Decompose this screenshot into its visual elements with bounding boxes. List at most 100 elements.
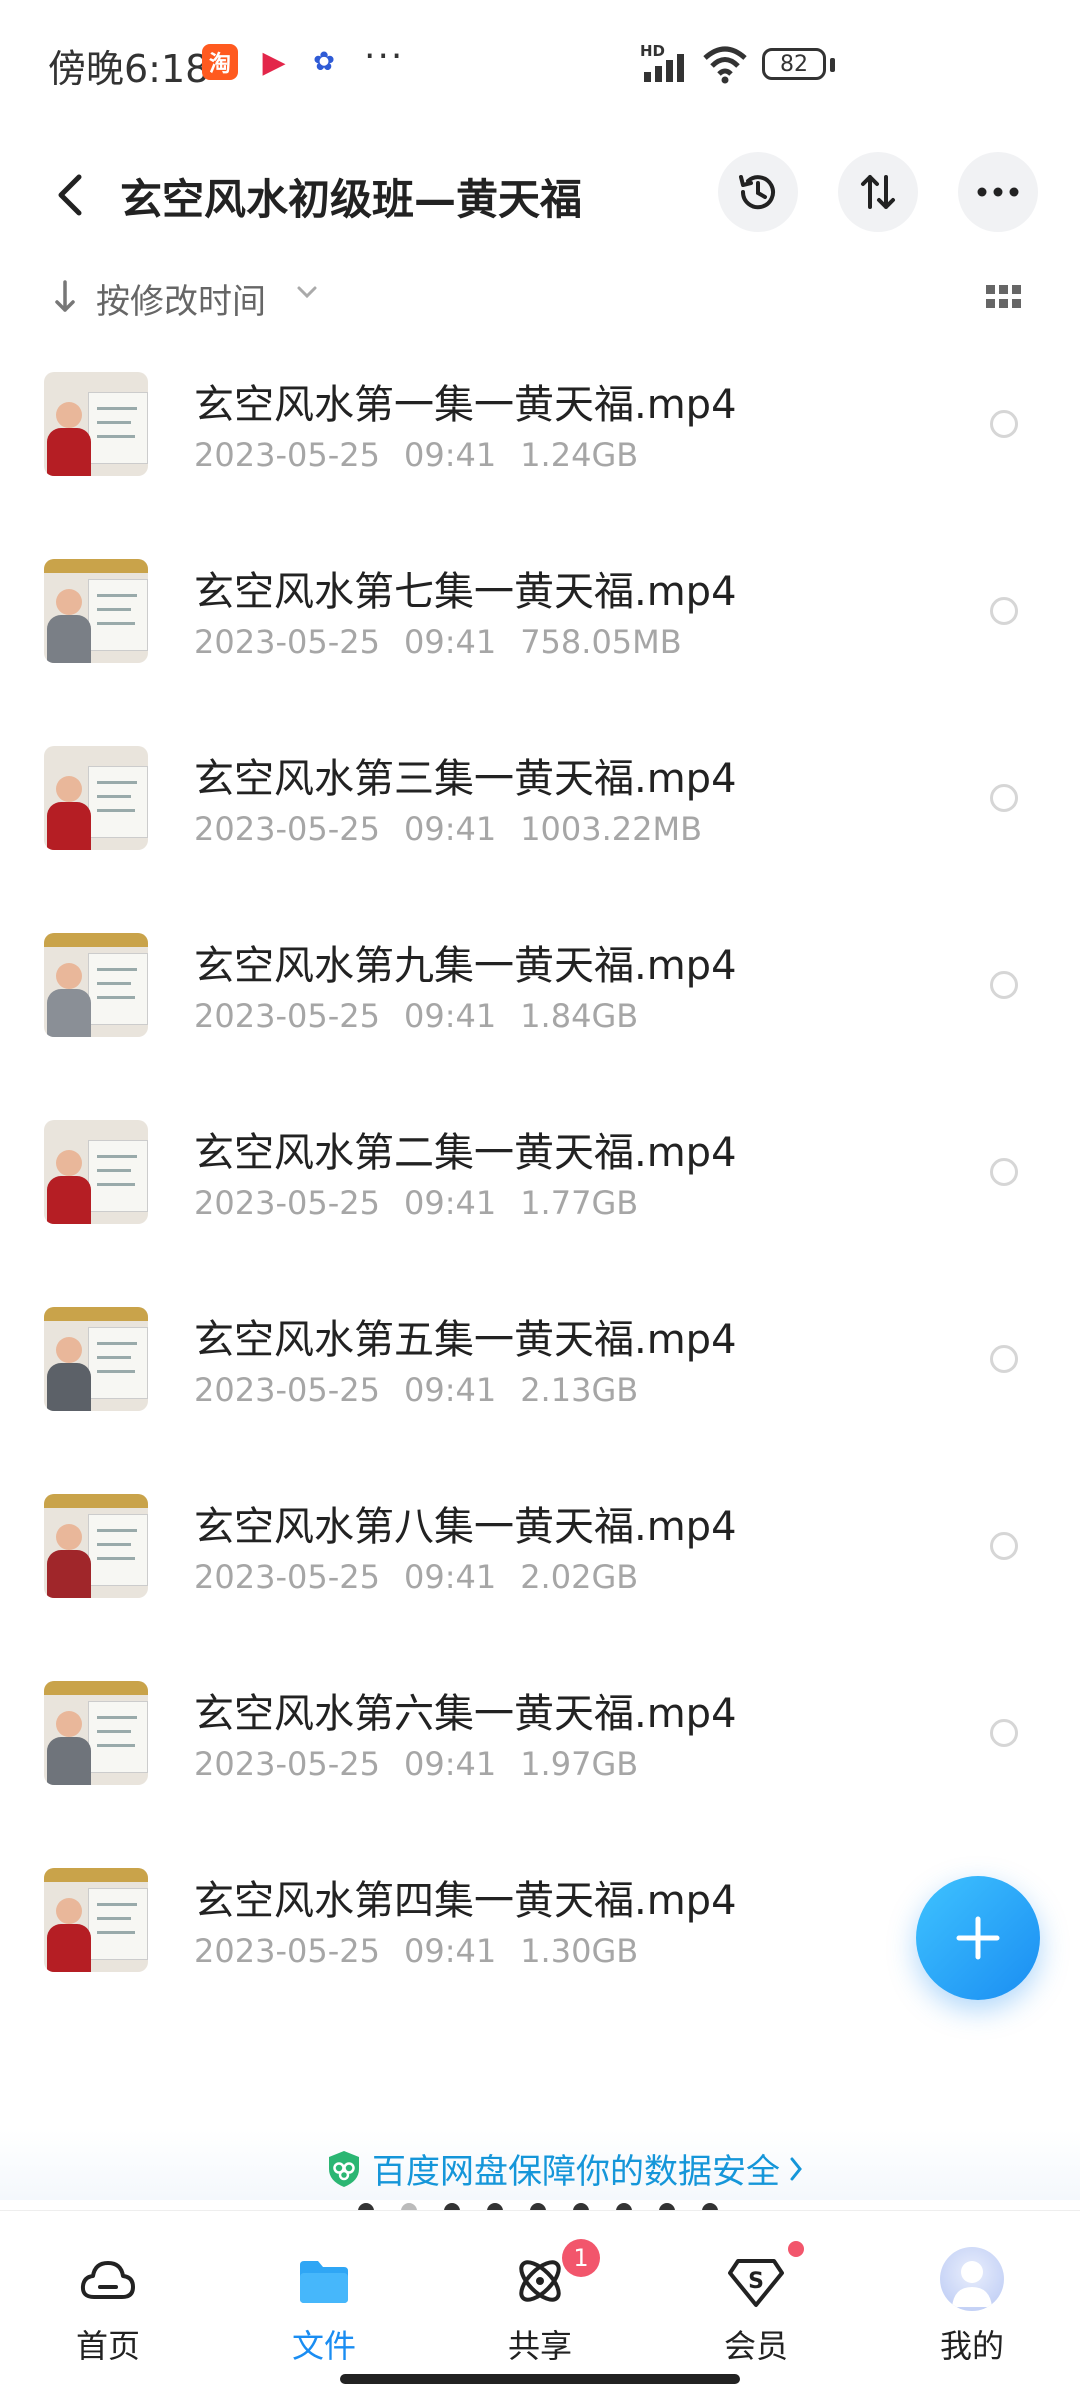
file-meta: 2023-05-25 09:41 758.05MB — [194, 623, 706, 661]
tab-vip-label: 会员 — [723, 2327, 788, 2365]
select-checkbox[interactable] — [990, 1532, 1018, 1560]
file-meta: 2023-05-25 09:41 1.77GB — [194, 1184, 662, 1222]
whiteboard-graphic — [88, 579, 148, 651]
thumbnail-banner — [44, 1494, 148, 1508]
file-date: 2023-05-25 — [194, 436, 380, 474]
file-time: 09:41 — [403, 1371, 497, 1409]
header: 玄空风水初级班—黄天福 — [0, 130, 1080, 260]
status-bar: 傍晚6:18 淘 ▶ ✿ ··· HD 82 — [0, 0, 1080, 130]
vip-notification-dot — [788, 2241, 804, 2257]
file-size: 2.02GB — [520, 1558, 639, 1596]
whiteboard-graphic — [88, 1514, 148, 1586]
file-date: 2023-05-25 — [194, 1184, 380, 1222]
tab-home[interactable]: 首页 — [28, 2241, 188, 2365]
file-time: 09:41 — [403, 1932, 497, 1970]
select-checkbox[interactable] — [990, 1345, 1018, 1373]
tab-me-label: 我的 — [939, 2327, 1004, 2365]
file-meta: 2023-05-25 09:41 2.02GB — [194, 1558, 662, 1596]
file-meta: 2023-05-25 09:41 1003.22MB — [194, 810, 726, 848]
file-row[interactable]: 玄空风水第六集一黄天福.mp4 2023-05-25 09:41 1.97GB — [0, 1649, 1080, 1836]
signal-icon — [644, 54, 684, 82]
select-checkbox[interactable] — [990, 784, 1018, 812]
select-checkbox[interactable] — [990, 971, 1018, 999]
whiteboard-graphic — [88, 953, 148, 1025]
sort-bar[interactable]: 按修改时间 — [0, 262, 1080, 332]
add-button[interactable] — [916, 1876, 1040, 2000]
file-name: 玄空风水第四集一黄天福.mp4 — [194, 1878, 737, 1924]
file-time: 09:41 — [403, 1745, 497, 1783]
file-time: 09:41 — [403, 1184, 497, 1222]
tab-home-label: 首页 — [75, 2327, 140, 2365]
file-size: 1.84GB — [520, 997, 639, 1035]
file-date: 2023-05-25 — [194, 1558, 380, 1596]
file-row[interactable]: 玄空风水第一集一黄天福.mp4 2023-05-25 09:41 1.24GB — [0, 340, 1080, 527]
home-indicator — [340, 2374, 740, 2384]
whiteboard-graphic — [88, 1701, 148, 1773]
chevron-right-icon — [790, 2157, 802, 2180]
thumbnail-banner — [44, 1307, 148, 1321]
file-time: 09:41 — [403, 623, 497, 661]
whiteboard-graphic — [88, 1888, 148, 1960]
file-date: 2023-05-25 — [194, 810, 380, 848]
history-icon — [739, 175, 775, 210]
file-time: 09:41 — [403, 810, 497, 848]
whiteboard-graphic — [88, 766, 148, 838]
baidu-icon: ✿ — [306, 44, 342, 80]
sort-button[interactable] — [838, 152, 918, 232]
file-size: 1003.22MB — [520, 810, 703, 848]
back-button[interactable] — [40, 160, 100, 230]
file-row[interactable]: 玄空风水第八集一黄天福.mp4 2023-05-25 09:41 2.02GB — [0, 1462, 1080, 1649]
select-checkbox[interactable] — [990, 1158, 1018, 1186]
security-banner[interactable]: 百度网盘保障你的数据安全 — [0, 2130, 1080, 2200]
file-size: 2.13GB — [520, 1371, 639, 1409]
tab-share[interactable]: 1 共享 — [460, 2239, 620, 2365]
page-title: 玄空风水初级班—黄天福 — [120, 175, 583, 224]
tab-files[interactable]: 文件 — [244, 2241, 404, 2365]
avatar-silhouette-icon — [952, 2261, 992, 2307]
share-orbit-icon — [519, 2260, 561, 2302]
select-checkbox[interactable] — [990, 410, 1018, 438]
tab-files-label: 文件 — [291, 2327, 356, 2365]
video-thumbnail — [44, 933, 148, 1037]
thumbnail-banner — [44, 1868, 148, 1882]
file-row[interactable]: 玄空风水第九集一黄天福.mp4 2023-05-25 09:41 1.84GB — [0, 901, 1080, 1088]
sort-label[interactable]: 按修改时间 — [96, 274, 266, 323]
battery-tip — [830, 58, 835, 72]
video-thumbnail — [44, 372, 148, 476]
grid-view-icon[interactable] — [984, 282, 1024, 312]
select-checkbox[interactable] — [990, 1719, 1018, 1747]
file-date: 2023-05-25 — [194, 997, 380, 1035]
file-row[interactable]: 玄空风水第七集一黄天福.mp4 2023-05-25 09:41 758.05MB — [0, 527, 1080, 714]
tab-vip[interactable]: S 会员 — [676, 2241, 836, 2365]
tab-me[interactable]: 我的 — [892, 2241, 1052, 2365]
sort-icon — [861, 175, 895, 209]
folder-icon — [300, 2261, 348, 2303]
file-name: 玄空风水第五集一黄天福.mp4 — [194, 1317, 737, 1363]
shield-icon — [329, 2150, 359, 2187]
thumbnail-banner — [44, 933, 148, 947]
whiteboard-graphic — [88, 1140, 148, 1212]
file-time: 09:41 — [403, 436, 497, 474]
more-icon — [977, 187, 1019, 197]
file-name: 玄空风水第三集一黄天福.mp4 — [194, 756, 737, 802]
security-text[interactable]: 百度网盘保障你的数据安全 — [372, 2144, 780, 2193]
select-checkbox[interactable] — [990, 597, 1018, 625]
file-row[interactable]: 玄空风水第五集一黄天福.mp4 2023-05-25 09:41 2.13GB — [0, 1275, 1080, 1462]
file-row[interactable]: 玄空风水第二集一黄天福.mp4 2023-05-25 09:41 1.77GB — [0, 1088, 1080, 1275]
vip-diamond-icon: S — [728, 2259, 784, 2307]
video-thumbnail — [44, 1868, 148, 1972]
file-name: 玄空风水第七集一黄天福.mp4 — [194, 569, 737, 615]
more-button[interactable] — [958, 152, 1038, 232]
status-time: 傍晚6:18 — [48, 47, 210, 91]
video-thumbnail — [44, 559, 148, 663]
whiteboard-graphic — [88, 392, 148, 464]
thumbnail-banner — [44, 559, 148, 573]
status-more-icon: ··· — [364, 36, 405, 77]
file-row[interactable]: 玄空风水第三集一黄天福.mp4 2023-05-25 09:41 1003.22MB — [0, 714, 1080, 901]
file-date: 2023-05-25 — [194, 1932, 380, 1970]
file-size: 1.97GB — [520, 1745, 639, 1783]
wifi-icon — [703, 46, 747, 84]
chevron-left-icon — [58, 174, 82, 216]
history-button[interactable] — [718, 152, 798, 232]
file-size: 1.24GB — [520, 436, 639, 474]
